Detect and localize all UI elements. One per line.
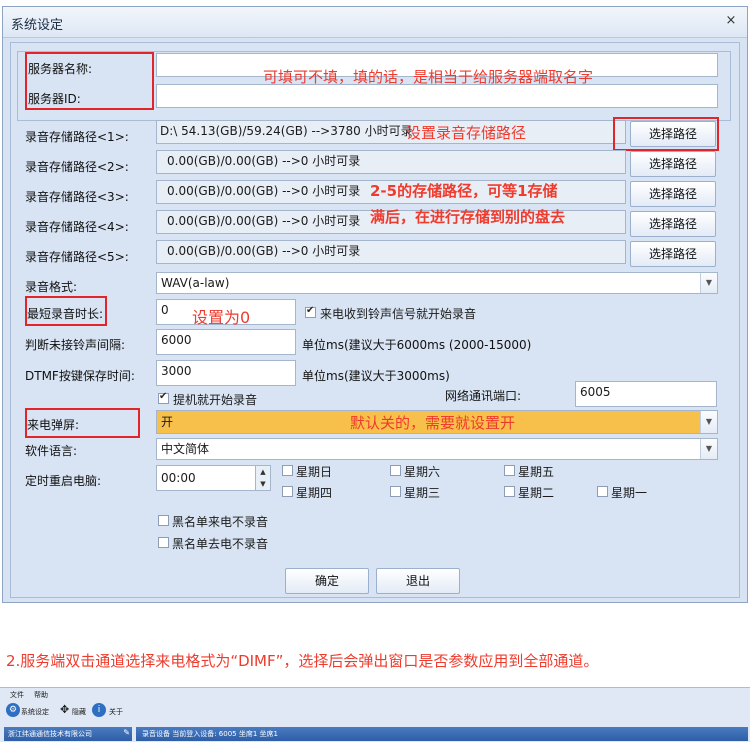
popup-highlight-box [25,408,140,438]
storage-path-2-value: 0.00(GB)/0.00(GB) -->0 小时可录 [156,150,626,174]
weekday-wed-checkbox[interactable] [390,486,401,497]
spin-down-icon[interactable]: ▼ [255,478,270,490]
toolbar-settings[interactable]: 系统设定 [21,707,49,717]
storage-path-4-label: 录音存储路径<4>: [25,220,129,234]
ring-record-checkbox[interactable] [305,305,316,318]
menu-file[interactable]: 文件 [10,690,24,700]
server-highlight-box [25,52,154,110]
storage-path-2-label: 录音存储路径<2>: [25,160,129,174]
server-annotation: 可填可不填，填的话，是相当于给服务器端取名字 [263,68,594,86]
offhook-label: 提机就开始录音 [173,393,258,407]
reboot-time-input[interactable]: 00:00 ▲ ▼ [156,465,271,491]
status-bar: 录音设备 当前登入设备: 6005 坐席1 坐席1 [136,727,748,741]
select-path-2-button[interactable]: 选择路径 [630,151,716,177]
ring-record-label: 来电收到铃声信号就开始录音 [320,307,477,321]
min-length-annotation: 设置为0 [192,308,251,327]
weekday-fri-label: 星期五 [518,465,555,479]
select-path-3-button[interactable]: 选择路径 [630,181,716,207]
status-text: 录音设备 当前登入设备: 6005 坐席1 坐席1 [142,730,278,738]
dtmf-interval-input[interactable]: 3000 [156,360,296,386]
weekday-wed-label: 星期三 [404,486,441,500]
ring-interval-hint: 单位ms(建议大于6000ms (2000-15000) [302,338,532,352]
offhook-checkbox[interactable] [158,391,169,404]
weekday-mon-checkbox[interactable] [597,486,608,497]
weekday-sun-checkbox[interactable] [282,465,293,476]
format-label: 录音格式: [25,280,78,294]
select-path-4-button[interactable]: 选择路径 [630,211,716,237]
ring-interval-input[interactable]: 6000 [156,329,296,355]
storage-path-1-label: 录音存储路径<1>: [25,130,129,144]
language-select[interactable]: 中文简体 ▼ [156,438,718,460]
blacklist-incoming-checkbox[interactable] [158,515,169,526]
blacklist-incoming-label: 黑名单来电不录音 [172,515,269,529]
storage-path-3-label: 录音存储路径<3>: [25,190,129,204]
weekday-thu-label: 星期四 [296,486,333,500]
path-annotation: 设置录音存储路径 [406,124,527,142]
dialog-title: 系统设定 [11,18,64,33]
storage-path-5-label: 录音存储路径<5>: [25,250,129,264]
spin-up-icon[interactable]: ▲ [255,466,270,478]
storage-path-5-value: 0.00(GB)/0.00(GB) -->0 小时可录 [156,240,626,264]
multi-path-annotation-line2: 满后，在进行存储到别的盘去 [370,208,566,226]
company-bar: 浙江纬通通信技术有限公司 ✎ [4,727,132,741]
toolbar-about[interactable]: 关于 [109,707,123,717]
weekday-mon-label: 星期一 [611,486,648,500]
select-path-highlight-box [613,117,719,151]
reboot-label: 定时重启电脑: [25,474,102,488]
blacklist-outgoing-checkbox[interactable] [158,537,169,548]
toolbar-hide[interactable]: 隐藏 [72,707,86,717]
dtmf-interval-hint: 单位ms(建议大于3000ms) [302,369,450,383]
settings-icon[interactable]: ⚙ [6,703,20,717]
network-port-input[interactable]: 6005 [575,381,717,407]
weekday-tue-checkbox[interactable] [504,486,515,497]
dtmf-interval-label: DTMF按键保存时间: [25,369,135,383]
language-label: 软件语言: [25,444,78,458]
reboot-time-value: 00:00 [161,471,196,485]
popup-value: 开 [161,415,174,429]
format-value: WAV(a-law) [161,276,230,290]
blacklist-outgoing-label: 黑名单去电不录音 [172,537,269,551]
multi-path-annotation-line1: 2-5的存储路径，可等1存储 [370,182,558,200]
info-icon[interactable]: i [92,703,106,717]
ok-button[interactable]: 确定 [285,568,369,594]
menu-help[interactable]: 帮助 [34,690,48,700]
format-select[interactable]: WAV(a-law) ▼ [156,272,718,294]
weekday-thu-checkbox[interactable] [282,486,293,497]
instruction-text: 2.服务端双击通道选择来电格式为“DIMF”，选择后会弹出窗口是否参数应用到全部… [6,652,599,670]
hide-icon[interactable]: ✥ [60,703,69,716]
weekday-sat-checkbox[interactable] [390,465,401,476]
title-bar[interactable]: 系统设定 × [3,7,747,38]
popup-annotation: 默认关的，需要就设置开 [350,414,516,432]
exit-button[interactable]: 退出 [376,568,460,594]
min-length-highlight-box [25,296,107,326]
chevron-down-icon[interactable]: ▼ [700,439,717,459]
weekday-tue-label: 星期二 [518,486,555,500]
close-icon[interactable]: × [723,13,739,29]
ring-interval-label: 判断未接铃声间隔: [25,338,126,352]
chevron-down-icon[interactable]: ▼ [700,411,717,433]
chevron-down-icon[interactable]: ▼ [700,273,717,293]
storage-path-1-value: D:\ 54.13(GB)/59.24(GB) -->3780 小时可录 [156,120,626,144]
weekday-sat-label: 星期六 [404,465,441,479]
company-name: 浙江纬通通信技术有限公司 [8,730,92,738]
network-port-label: 网络通讯端口: [445,389,522,403]
weekday-fri-checkbox[interactable] [504,465,515,476]
pin-icon[interactable]: ✎ [123,728,130,737]
language-value: 中文简体 [161,442,210,456]
select-path-5-button[interactable]: 选择路径 [630,241,716,267]
weekday-sun-label: 星期日 [296,465,333,479]
server-id-input[interactable] [156,84,718,108]
